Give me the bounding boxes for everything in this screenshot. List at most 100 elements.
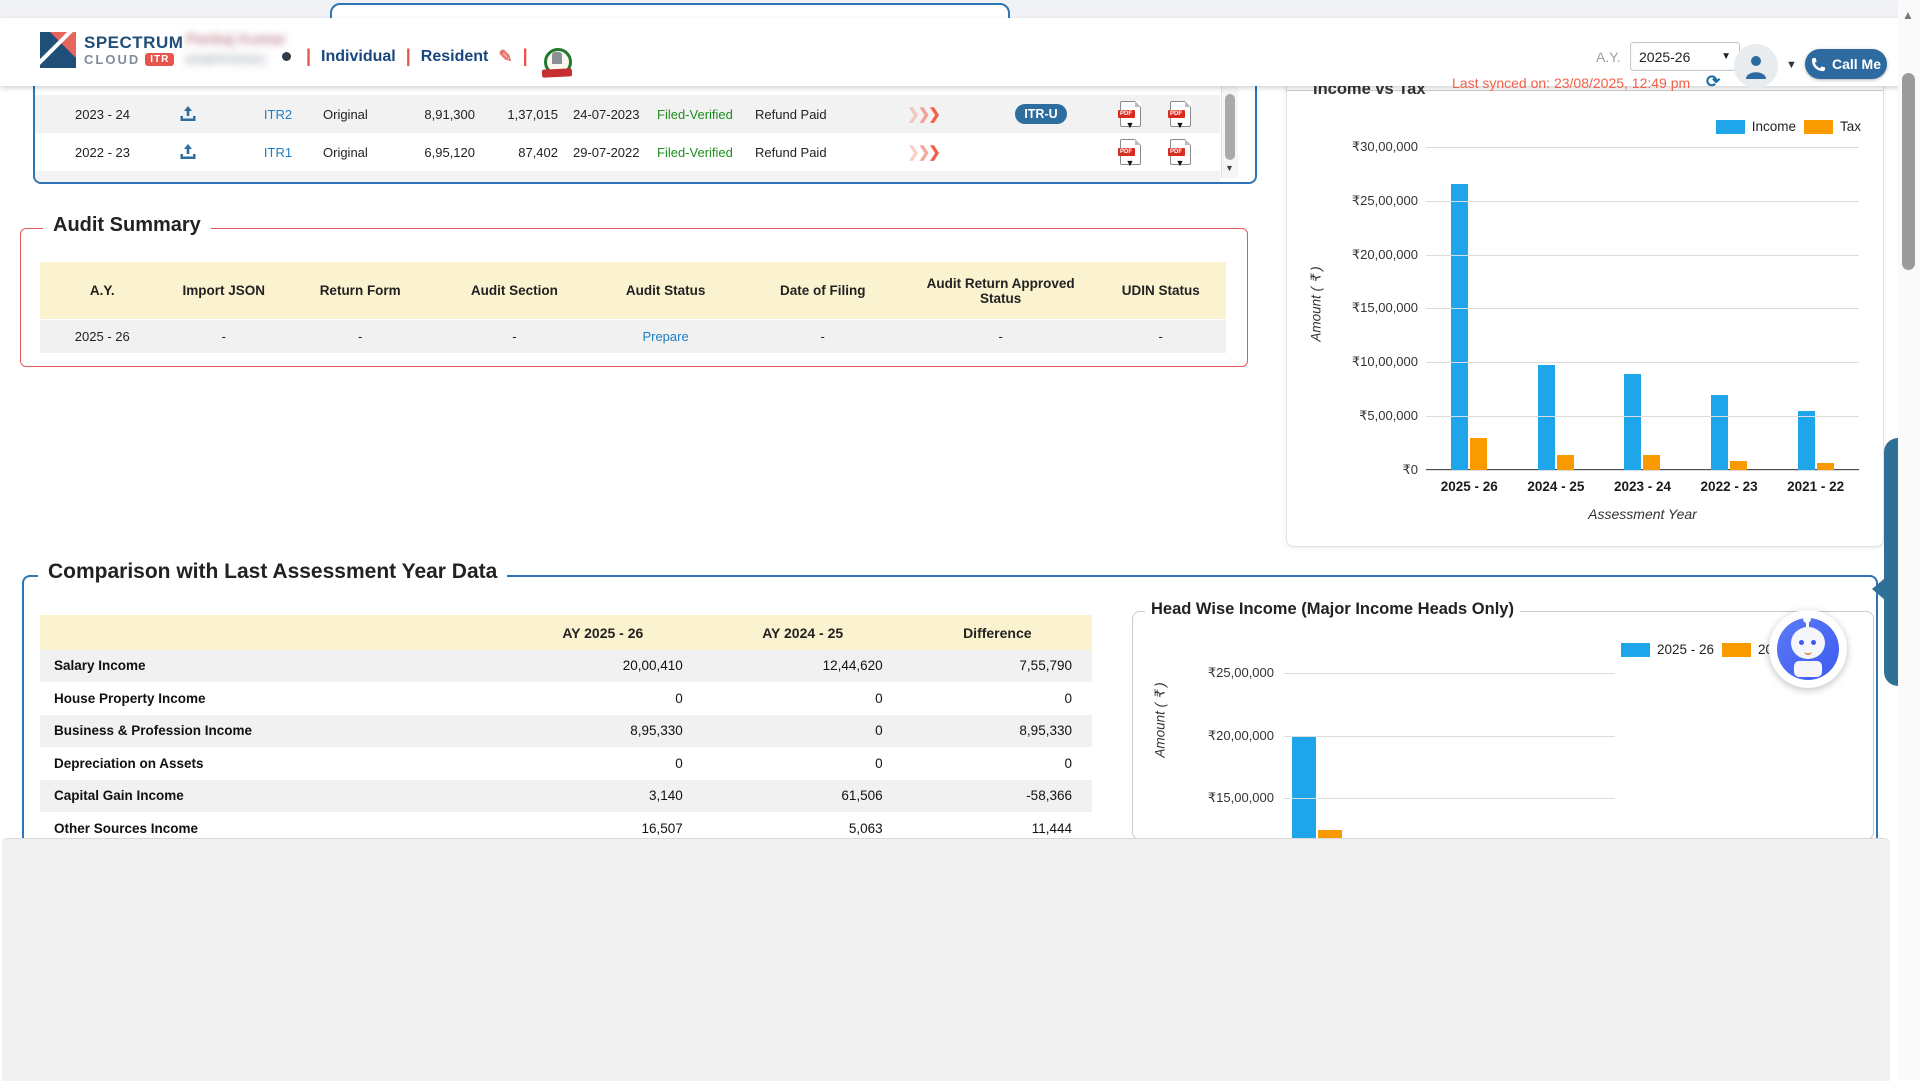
comparison-row: House Property Income000 (40, 683, 1092, 716)
refund-status: Refund Paid (755, 133, 850, 171)
y-axis-tick-label: ₹30,00,000 (1328, 139, 1418, 155)
income-vs-tax-plot (1426, 147, 1859, 470)
call-me-label: Call Me (1832, 56, 1881, 72)
refresh-icon[interactable]: ⟳ (1706, 72, 1720, 92)
ay-select-value: 2025-26 (1639, 49, 1690, 65)
pdf-download-icon[interactable]: PDF▼ (1120, 101, 1141, 127)
audit-summary-title: Audit Summary (43, 214, 211, 237)
comparison-row: Capital Gain Income3,14061,506-58,366 (40, 780, 1092, 813)
comparison-row: Depreciation on Assets000 (40, 748, 1092, 781)
legend-label: Tax (1840, 119, 1861, 134)
audit-header-cell: Date of Filing (740, 279, 906, 302)
audit-table: A.Y.Import JSONReturn FormAudit SectionA… (40, 262, 1226, 353)
legend-label: 2025 - 26 (1657, 642, 1714, 657)
income-vs-tax-card: Income vs Tax IncomeTax Amount ( ₹ ) 202… (1286, 70, 1884, 547)
filing-date: 24-07-2023 (573, 95, 663, 133)
bar-Tax[interactable] (1557, 455, 1574, 470)
call-me-button[interactable]: Call Me (1805, 49, 1887, 79)
audit-row-cell: - (165, 329, 284, 344)
chatbot-icon[interactable] (1769, 610, 1847, 688)
legend-item[interactable]: Income (1716, 119, 1796, 134)
comparison-ay2526-value: 8,95,330 (503, 723, 703, 738)
audit-summary-section: Audit Summary A.Y.Import JSONReturn Form… (20, 228, 1248, 367)
expand-chevrons-icon[interactable]: ❯❯❯ (893, 133, 953, 171)
audit-header-cell: Audit Return Approved Status (906, 272, 1096, 310)
itr-form-link[interactable]: ITR2 (253, 95, 303, 133)
comparison-diff-value: 0 (903, 756, 1092, 771)
profile-type: Individual (321, 48, 396, 66)
logo-line1: SPECTRUM (84, 34, 183, 52)
user-avatar[interactable] (1734, 44, 1778, 88)
comparison-ay2526-value: 20,00,410 (503, 658, 703, 673)
upload-icon[interactable] (179, 105, 197, 123)
comparison-diff-value: 7,55,790 (903, 658, 1092, 673)
scroll-down-arrow-icon[interactable]: ▼ (1225, 163, 1234, 173)
filing-table-row: 2023 - 24ITR2Original8,91,3001,37,01524-… (35, 95, 1220, 133)
bar-Income[interactable] (1798, 411, 1815, 470)
filing-date: 21-12-2021 (573, 171, 663, 184)
itr-u-badge[interactable]: ITR-U (1015, 104, 1066, 124)
y-axis-tick-label: ₹15,00,000 (1184, 790, 1274, 806)
x-axis-tick-label: 2022 - 23 (1686, 479, 1773, 494)
filing-status: Filed-Verified (657, 171, 757, 184)
app-header: SPECTRUM CLOUD ITR Pankaj Kumar EKBPK555… (0, 18, 1920, 86)
comparison-ay2425-value: 61,506 (703, 788, 903, 803)
comparison-row-label: Other Sources Income (40, 821, 503, 836)
bar-Tax[interactable] (1643, 455, 1660, 470)
bar-Tax[interactable] (1470, 438, 1487, 470)
legend-swatch (1722, 643, 1751, 657)
logo-icon (40, 32, 76, 68)
head-wise-title: Head Wise Income (Major Income Heads Onl… (1145, 600, 1520, 619)
audit-header-cell: UDIN Status (1095, 279, 1225, 302)
bar-Income[interactable] (1711, 395, 1728, 470)
ay-select[interactable]: 2025-26 ▼ (1630, 42, 1740, 71)
audit-header-cell: A.Y. (40, 279, 165, 302)
y-axis-tick-label: ₹10,00,000 (1328, 354, 1418, 370)
filing-income: 5,44,020 (375, 171, 475, 184)
comparison-row-label: Capital Gain Income (40, 788, 503, 803)
comparison-ay2526-value: 0 (503, 691, 703, 706)
bar-Tax[interactable] (1817, 463, 1834, 470)
expand-chevrons-icon[interactable]: ❯❯❯ (893, 95, 953, 133)
bar-Income[interactable] (1451, 184, 1468, 470)
expand-chevrons-icon[interactable]: ❯❯❯ (893, 171, 953, 184)
y-axis-tick-label: ₹20,00,000 (1328, 247, 1418, 263)
audit-row-cell: Prepare (591, 329, 739, 344)
scrollbar-thumb[interactable] (1225, 94, 1235, 160)
comparison-ay2425-value: 0 (703, 691, 903, 706)
x-axis-tick-label: 2021 - 22 (1772, 479, 1859, 494)
bar-Tax[interactable] (1730, 461, 1747, 470)
income-tax-emblem-icon[interactable] (544, 48, 570, 78)
comparison-title: Comparison with Last Assessment Year Dat… (38, 560, 507, 584)
itr-form-link[interactable]: ITR1 (253, 171, 303, 184)
audit-row-cell: - (740, 329, 906, 344)
legend-item[interactable]: Tax (1804, 119, 1861, 134)
comparison-ay2425-value: 5,063 (703, 821, 903, 836)
comparison-diff-value: -58,366 (903, 788, 1092, 803)
filing-ay: 2022 - 23 (55, 133, 150, 171)
edit-pencil-icon[interactable]: ✎ (498, 47, 512, 67)
scroll-up-arrow-icon[interactable]: ▲ (1902, 8, 1914, 22)
pdf-download-icon[interactable]: PDF▼ (1170, 139, 1191, 165)
prepare-link[interactable]: Prepare (642, 329, 688, 344)
bar-Income[interactable] (1624, 374, 1641, 470)
filing-status: Filed-Verified (657, 133, 757, 171)
comparison-ay2425-value: 0 (703, 723, 903, 738)
itr-form-link[interactable]: ITR1 (253, 133, 303, 171)
upload-icon[interactable] (179, 143, 197, 161)
pdf-download-icon[interactable]: PDF▼ (1170, 101, 1191, 127)
pdf-download-icon[interactable]: PDF▼ (1120, 139, 1141, 165)
chevron-down-icon[interactable]: ▼ (1786, 59, 1797, 71)
comparison-diff-value: 11,444 (903, 821, 1092, 836)
audit-header-cell: Audit Status (591, 279, 739, 302)
comparison-row-label: Salary Income (40, 658, 503, 673)
bar-Income[interactable] (1538, 365, 1555, 471)
scrollbar-thumb[interactable] (1902, 73, 1915, 270)
head-wise-income-panel: Head Wise Income (Major Income Heads Onl… (1132, 611, 1874, 840)
filing-tax: 63,853 (480, 171, 558, 184)
page-scrollbar[interactable]: ▲ (1898, 0, 1920, 1080)
legend-item[interactable]: 2025 - 26 (1621, 642, 1714, 657)
profile-residency: Resident (421, 48, 489, 66)
audit-row-cell: - (437, 329, 591, 344)
phone-icon (1811, 57, 1826, 72)
